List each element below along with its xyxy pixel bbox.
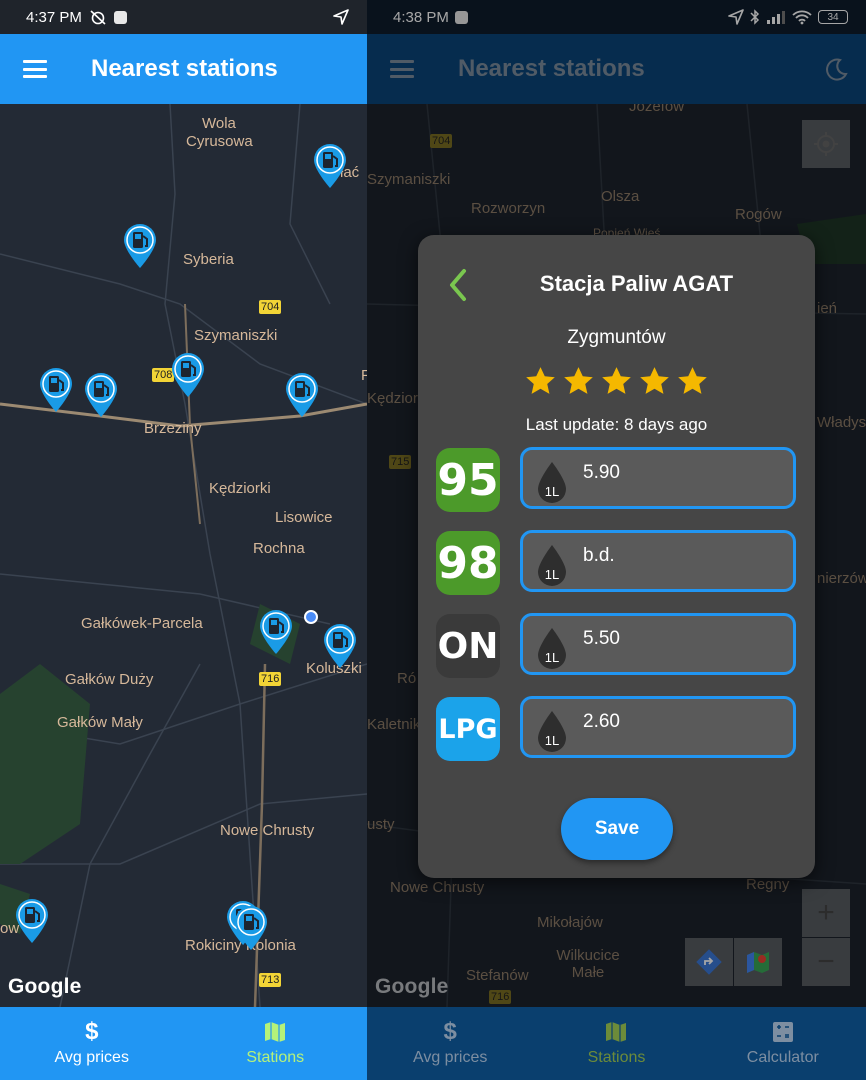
left-screen: 4:37 PM Nearest stations Wola Cyrusowa S… (0, 0, 367, 1080)
map-label: Szymaniszki (194, 327, 278, 344)
map-icon (265, 1022, 286, 1042)
map-label: Gałków Mały (57, 714, 143, 731)
nav-avg-prices[interactable]: $ Avg prices (367, 1007, 533, 1080)
fuel-station-pin-icon[interactable] (38, 366, 74, 414)
dollar-icon: $ (443, 1018, 457, 1045)
station-dialog: Stacja Paliw AGAT Zygmuntów Last update:… (418, 235, 815, 878)
nav-stations[interactable]: Stations (184, 1007, 368, 1080)
map-label: Wola (202, 115, 236, 132)
notification-icon (113, 10, 127, 24)
google-attribution: Google (8, 975, 82, 998)
unit-label: 1L (545, 567, 559, 582)
dollar-icon: $ (85, 1018, 99, 1045)
map-icon (606, 1022, 627, 1042)
nav-label: Stations (246, 1049, 305, 1066)
fuel-badge: LPG (436, 697, 500, 761)
road-number: 704 (259, 300, 282, 314)
status-bar: 4:37 PM (0, 0, 367, 34)
fuel-station-pin-icon[interactable] (312, 142, 348, 190)
star-icon[interactable] (562, 365, 595, 398)
fuel-station-pin-icon[interactable] (233, 904, 269, 952)
fuel-row-on: ON 1L 5.50 (436, 613, 796, 679)
fuel-drop-icon: 1L (538, 462, 566, 503)
fuel-row-98: 98 1L b.d. (436, 530, 796, 596)
station-name: Stacja Paliw AGAT (539, 271, 734, 296)
fuel-row-95: 95 1L 5.90 (436, 447, 796, 513)
map-label: Cyrusowa (186, 133, 253, 150)
star-icon[interactable] (524, 365, 557, 398)
price-value: 5.50 (583, 628, 620, 649)
fuel-row-lpg: LPG 1L 2.60 (436, 696, 796, 762)
price-value: 5.90 (583, 462, 620, 483)
price-input-98[interactable]: 1L b.d. (520, 530, 796, 592)
fuel-station-pin-icon[interactable] (284, 371, 320, 419)
road-number: 713 (259, 973, 282, 987)
calculator-icon (772, 1022, 793, 1042)
app-bar: Nearest stations (0, 34, 367, 104)
fuel-badge: 95 (436, 448, 500, 512)
star-icon[interactable] (676, 365, 709, 398)
star-icon[interactable] (638, 365, 671, 398)
status-time: 4:37 PM (26, 8, 82, 26)
menu-icon[interactable] (23, 60, 47, 78)
unit-label: 1L (545, 733, 559, 748)
map-label: Lisowice (275, 509, 333, 526)
nav-label: Stations (587, 1049, 646, 1066)
map-view[interactable]: Wola Cyrusowa Syberia Szymaniszki Brzezi… (0, 104, 367, 1007)
price-input-95[interactable]: 1L 5.90 (520, 447, 796, 509)
price-value: b.d. (583, 545, 615, 566)
map-roads (0, 104, 367, 1007)
map-label: Gałków Duży (65, 671, 154, 688)
save-button[interactable]: Save (561, 798, 673, 860)
map-label: Gałkówek-Parcela (81, 615, 203, 632)
last-update-text: Last update: 8 days ago (525, 415, 708, 434)
user-location-dot (304, 610, 318, 624)
fuel-station-pin-icon[interactable] (83, 371, 119, 419)
nav-stations[interactable]: Stations (533, 1007, 699, 1080)
muted-alarm-icon (90, 10, 106, 25)
fuel-drop-icon: 1L (538, 711, 566, 752)
location-arrow-icon (333, 9, 349, 25)
right-screen: 4:38 PM 34 Nearest stations Józefów Szym… (367, 0, 866, 1080)
nav-label: Avg prices (54, 1049, 129, 1066)
fuel-badge: 98 (436, 531, 500, 595)
page-title: Nearest stations (91, 55, 278, 82)
unit-label: 1L (545, 650, 559, 665)
fuel-station-pin-icon[interactable] (14, 897, 50, 945)
fuel-drop-icon: 1L (538, 628, 566, 669)
fuel-station-pin-icon[interactable] (322, 622, 358, 670)
map-label: Kędziorki (209, 480, 271, 497)
road-number: 716 (259, 672, 282, 686)
price-input-lpg[interactable]: 1L 2.60 (520, 696, 796, 758)
nav-avg-prices[interactable]: $ Avg prices (0, 1007, 184, 1080)
nav-calculator[interactable]: Calculator (700, 1007, 866, 1080)
map-label: Syberia (183, 251, 234, 268)
station-city: Zygmuntów (567, 327, 666, 348)
fuel-badge: ON (436, 614, 500, 678)
rating-stars[interactable] (418, 365, 815, 398)
nav-label: Avg prices (412, 1049, 488, 1066)
map-label: Nowe Chrusty (220, 822, 315, 839)
price-value: 2.60 (583, 711, 620, 732)
fuel-station-pin-icon[interactable] (170, 351, 206, 399)
back-chevron-icon[interactable] (444, 265, 472, 305)
unit-label: 1L (545, 484, 559, 499)
price-input-on[interactable]: 1L 5.50 (520, 613, 796, 675)
fuel-station-pin-icon[interactable] (122, 222, 158, 270)
bottom-navigation: $ Avg prices Stations Calculator (367, 1007, 866, 1080)
fuel-drop-icon: 1L (538, 545, 566, 586)
map-label: Brzeziny (144, 420, 202, 437)
nav-label: Calculator (746, 1049, 819, 1066)
bottom-navigation: $ Avg prices Stations (0, 1007, 367, 1080)
map-label: Rochna (253, 540, 305, 557)
star-icon[interactable] (600, 365, 633, 398)
fuel-station-pin-icon[interactable] (258, 608, 294, 656)
